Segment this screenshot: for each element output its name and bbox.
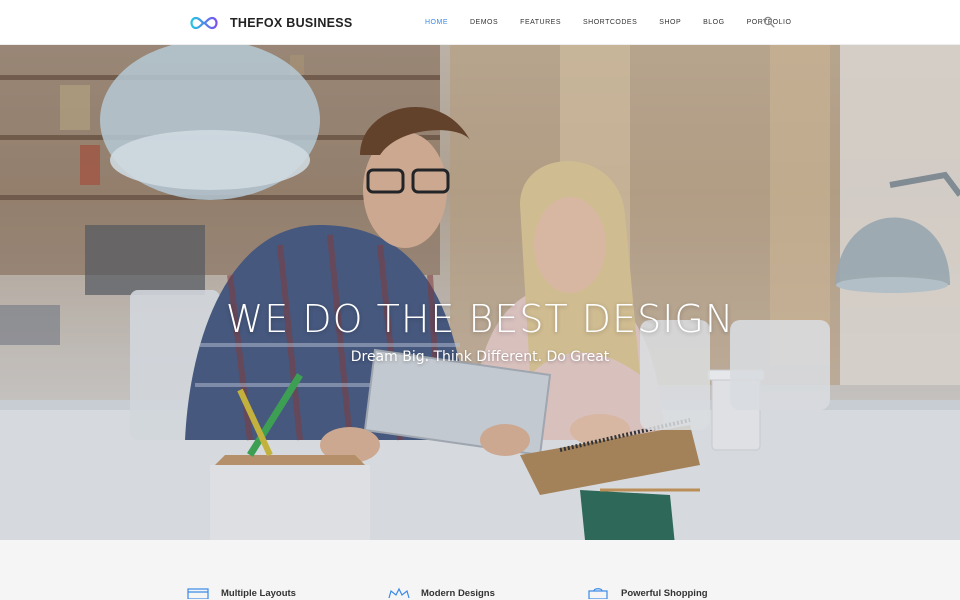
nav-item-shop[interactable]: SHOP: [659, 19, 681, 26]
feature-label: Powerful Shopping: [621, 587, 708, 599]
feature-modern-designs: Modern Designs: [387, 587, 495, 599]
nav-item-features[interactable]: FEATURES: [520, 19, 561, 26]
nav-item-home[interactable]: HOME: [425, 19, 448, 26]
brand-name: THEFOX BUSINESS: [230, 16, 353, 30]
crown-icon: [388, 587, 410, 599]
main-nav: HOME DEMOS FEATURES SHORTCODES SHOP BLOG…: [425, 0, 813, 45]
hero-subtitle: Dream Big. Think Different. Do Great: [350, 349, 610, 365]
feature-multiple-layouts: Multiple Layouts: [187, 587, 296, 599]
site-header: THEFOX BUSINESS HOME DEMOS FEATURES SHOR…: [0, 0, 960, 45]
hero-section: WE DO THE BEST DESIGN Dream Big. Think D…: [0, 45, 960, 540]
feature-label: Modern Designs: [421, 587, 495, 599]
search-icon[interactable]: [763, 16, 775, 28]
hero-background-image: [0, 45, 960, 540]
brand-logo[interactable]: THEFOX BUSINESS: [187, 13, 353, 33]
nav-item-shortcodes[interactable]: SHORTCODES: [583, 19, 637, 26]
infinity-logo-icon: [190, 16, 218, 30]
features-strip: Multiple Layouts Modern Designs Powerful…: [0, 540, 960, 600]
feature-label: Multiple Layouts: [221, 587, 296, 599]
nav-item-blog[interactable]: BLOG: [703, 19, 724, 26]
hero-title: WE DO THE BEST DESIGN: [225, 297, 735, 341]
shopping-icon: [588, 588, 608, 599]
feature-powerful-shopping: Powerful Shopping: [587, 587, 708, 599]
nav-item-demos[interactable]: DEMOS: [470, 19, 498, 26]
layouts-icon: [187, 588, 209, 599]
